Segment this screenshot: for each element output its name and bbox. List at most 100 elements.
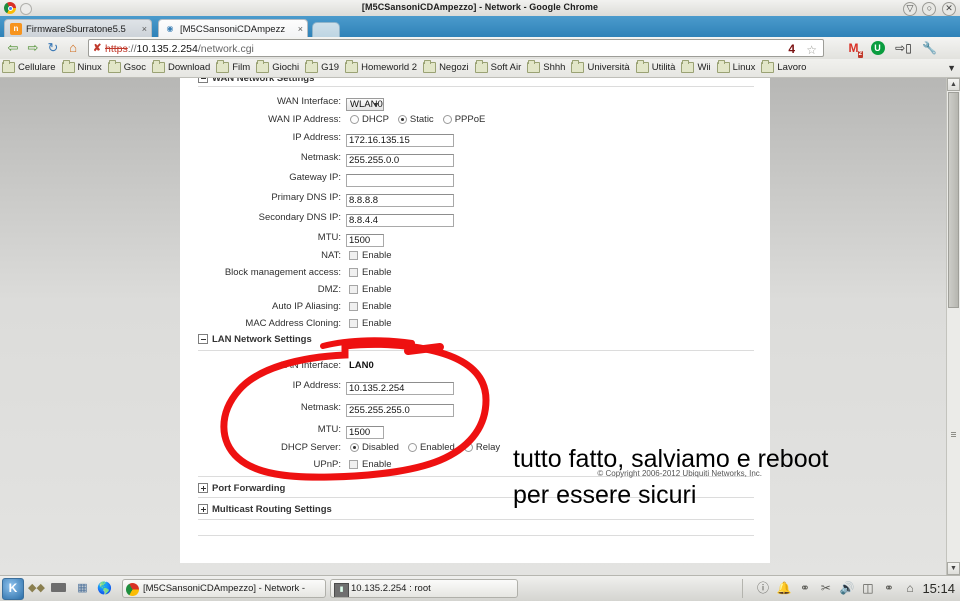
tab-network[interactable]: ◉ [M5CSansoniCDAmpezz ×: [158, 19, 308, 37]
close-button[interactable]: ✕: [942, 2, 956, 16]
wan-ip-address-input[interactable]: [346, 134, 454, 147]
bookmark-item[interactable]: Film: [214, 59, 254, 77]
block-management-checkbox[interactable]: Enable: [349, 265, 392, 280]
reload-icon[interactable]: ↻: [46, 41, 60, 55]
bookmark-item[interactable]: Università: [569, 59, 633, 77]
url-separator: ://: [128, 43, 137, 55]
taskbar-button-chrome[interactable]: [M5CSansoniCDAmpezzo] - Network -: [122, 579, 326, 598]
radio-relay[interactable]: Relay: [464, 440, 500, 455]
bookmark-item[interactable]: Ninux: [60, 59, 106, 77]
back-icon[interactable]: ⇦: [6, 41, 20, 55]
page-scrollbar[interactable]: ▲ ▼: [946, 78, 960, 575]
bookmark-item[interactable]: Cellulare: [0, 59, 60, 77]
folder-icon: [681, 62, 694, 73]
primary-dns-input[interactable]: [346, 194, 454, 207]
bookmark-item[interactable]: Utilità: [634, 59, 680, 77]
taskbar-button-terminal[interactable]: ▮ 10.135.2.254 : root: [330, 579, 518, 598]
section-header-multicast[interactable]: Multicast Routing Settings: [198, 504, 332, 515]
bookmark-item[interactable]: Homeworld 2: [343, 59, 421, 77]
field-label: Block management access:: [180, 265, 341, 280]
forward-icon[interactable]: ⇨: [26, 41, 40, 55]
form-row-wan-interface: WAN Interface: WLAN0 ▼: [180, 94, 770, 109]
bookmark-item[interactable]: Soft Air: [473, 59, 526, 77]
checkbox-label: Enable: [362, 267, 392, 278]
minimize-button[interactable]: ▽: [903, 2, 917, 16]
network-icon[interactable]: ⚭: [794, 579, 815, 598]
collapse-icon[interactable]: [198, 78, 208, 83]
dmz-checkbox[interactable]: Enable: [349, 282, 392, 297]
quick-launch-icon[interactable]: ◆◆: [28, 580, 45, 596]
bookmark-item[interactable]: Shhh: [525, 59, 569, 77]
bookmark-item[interactable]: Giochi: [254, 59, 303, 77]
tab-close-icon[interactable]: ×: [298, 23, 303, 35]
form-row-primary-dns: Primary DNS IP:: [180, 190, 770, 205]
lan-netmask-input[interactable]: [346, 404, 454, 417]
expand-icon[interactable]: [198, 504, 208, 514]
bookmarks-bar: CellulareNinuxGsocDownloadFilmGiochiG19 H…: [0, 59, 960, 78]
bookmark-label: Homeworld 2: [361, 62, 417, 73]
field-label: Secondary DNS IP:: [180, 210, 341, 225]
radio-static[interactable]: Static: [398, 112, 434, 127]
field-label: DMZ:: [180, 282, 341, 297]
section-header-lan[interactable]: LAN Network Settings: [198, 334, 312, 345]
wan-mtu-input[interactable]: [346, 234, 384, 247]
bell-icon[interactable]: 🔔: [773, 579, 794, 598]
battery-icon[interactable]: ◫: [857, 579, 878, 598]
bookmarks-overflow-icon[interactable]: ▼: [947, 63, 956, 73]
expand-icon[interactable]: [198, 483, 208, 493]
bookmark-item[interactable]: Linux: [715, 59, 760, 77]
checkbox-label: Enable: [362, 284, 392, 295]
gmail-icon[interactable]: M 2: [845, 40, 862, 56]
maximize-button[interactable]: ○: [922, 2, 936, 16]
home-icon[interactable]: ⌂: [899, 579, 920, 598]
gateway-ip-input[interactable]: [346, 174, 454, 187]
copyright-text: © Copyright 2006-2012 Ubiquiti Networks,…: [180, 469, 770, 478]
section-header-port-forwarding[interactable]: Port Forwarding: [198, 483, 285, 494]
usb-icon[interactable]: ⚭: [878, 579, 899, 598]
nat-checkbox[interactable]: Enable: [349, 248, 392, 263]
address-bar[interactable]: ✘ https://10.135.2.254/network.cgi 4 ☆: [88, 39, 824, 57]
show-desktop-icon[interactable]: [50, 580, 67, 596]
bookmark-item[interactable]: Negozi: [421, 59, 473, 77]
scroll-down-button[interactable]: ▼: [947, 562, 960, 575]
section-header-wan[interactable]: WAN Network Settings: [198, 78, 314, 84]
auto-ip-aliasing-checkbox[interactable]: Enable: [349, 299, 392, 314]
form-row-dmz: DMZ: Enable: [180, 282, 770, 297]
wrench-menu-icon[interactable]: 🔧: [921, 40, 938, 56]
radio-label: Disabled: [362, 442, 399, 453]
file-manager-icon[interactable]: ▦: [74, 580, 91, 596]
tab-close-icon[interactable]: ×: [142, 23, 147, 35]
secondary-dns-input[interactable]: [346, 214, 454, 227]
bookmark-item[interactable]: Download: [150, 59, 214, 77]
browser-icon[interactable]: 🌎: [96, 580, 113, 596]
scrollbar-thumb[interactable]: [948, 92, 959, 308]
radio-disabled[interactable]: Disabled: [350, 440, 399, 455]
page-viewport: WAN Network Settings WAN Interface: WLAN…: [0, 78, 960, 575]
bookmark-item[interactable]: Gsoc: [106, 59, 150, 77]
ublock-icon[interactable]: U: [869, 40, 886, 56]
radio-pppoe[interactable]: PPPoE: [443, 112, 486, 127]
bookmark-item[interactable]: G19: [303, 59, 343, 77]
start-menu-button[interactable]: K: [2, 578, 24, 600]
new-tab-button[interactable]: [312, 22, 340, 37]
wan-interface-select[interactable]: WLAN0 ▼: [346, 98, 384, 111]
bookmark-item[interactable]: Wii: [679, 59, 714, 77]
radio-dhcp[interactable]: DHCP: [350, 112, 389, 127]
certificate-error-icon[interactable]: ✘: [93, 42, 101, 55]
collapse-icon[interactable]: [198, 334, 208, 344]
tab-firmware[interactable]: n FirmwareSburratone5.5 ×: [4, 19, 152, 37]
lan-ip-address-input[interactable]: [346, 382, 454, 395]
volume-icon[interactable]: 🔊: [836, 579, 857, 598]
home-icon[interactable]: ⌂: [66, 41, 80, 55]
info-icon[interactable]: ⓘ: [752, 579, 773, 598]
scroll-up-button[interactable]: ▲: [947, 78, 960, 91]
lan-mtu-input[interactable]: [346, 426, 384, 439]
mobile-push-icon[interactable]: ⇨▯: [895, 40, 912, 56]
bookmark-star-icon[interactable]: ☆: [806, 43, 817, 57]
radio-label: Static: [410, 114, 434, 125]
wan-netmask-input[interactable]: [346, 154, 454, 167]
bookmark-item[interactable]: Lavoro: [759, 59, 810, 77]
klipper-icon[interactable]: ✂: [815, 579, 836, 598]
mac-cloning-checkbox[interactable]: Enable: [349, 316, 392, 331]
radio-enabled[interactable]: Enabled: [408, 440, 455, 455]
